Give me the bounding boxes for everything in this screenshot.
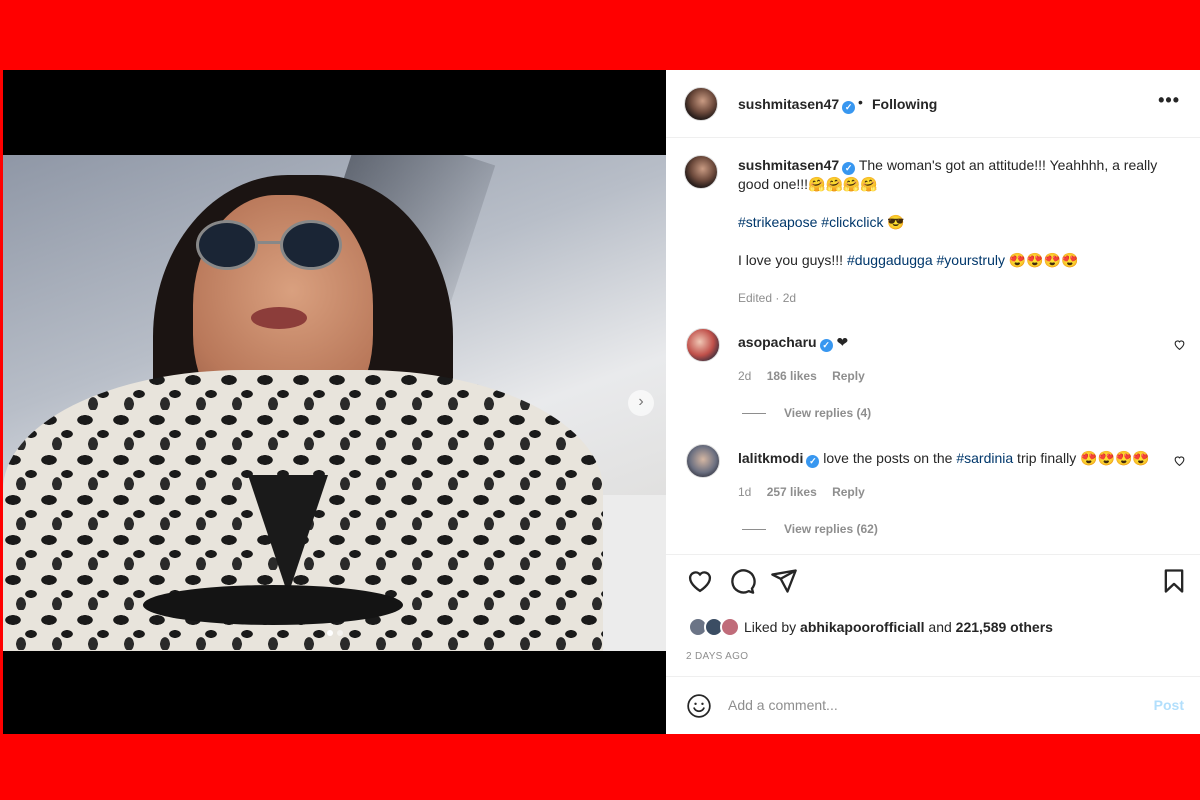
comment-age: 2d: [738, 369, 752, 383]
save-bookmark-icon[interactable]: [1160, 567, 1188, 595]
comment-text-line: asopacharu ✓ ❤: [738, 334, 1158, 352]
caption-text-3: I love you guys!!!: [738, 252, 847, 268]
sunglasses-bridge: [256, 241, 282, 244]
media-viewer: ›: [3, 70, 666, 734]
hashtag-sardinia[interactable]: #sardinia: [956, 450, 1013, 466]
caption-paragraph-2: #strikeapose #clickclick 😎: [738, 213, 1158, 232]
liker-avatar: [720, 617, 740, 637]
following-button[interactable]: Following: [872, 96, 937, 112]
caption-avatar[interactable]: [684, 155, 718, 189]
verified-badge-icon: ✓: [842, 101, 856, 114]
post-sidebar: sushmitasen47 ✓ • Following ••• sushmitas…: [666, 70, 1200, 734]
comment-item: asopacharu ✓ ❤ 2d 186 likes Reply View re…: [686, 328, 1186, 420]
caption-emoji-1: 😎: [883, 214, 905, 230]
post-modal: › sushmitasen47 ✓ • Following ••• sushmit…: [3, 70, 1200, 734]
carousel-dots: [327, 630, 343, 636]
share-send-icon[interactable]: [770, 567, 798, 595]
comment-age: 1d: [738, 485, 752, 499]
caption-username[interactable]: sushmitasen47 ✓: [738, 157, 856, 175]
liker-avatars: [688, 617, 740, 637]
author-username[interactable]: sushmitasen47 ✓: [738, 96, 856, 114]
black-strap: [143, 585, 403, 625]
post-age[interactable]: 2 DAYS AGO: [686, 651, 748, 662]
carousel-dot-1: [327, 630, 333, 636]
comment-text: ❤: [836, 334, 849, 350]
commenter-avatar[interactable]: [686, 444, 720, 478]
comment-item: lalitkmodi ✓ love the posts on the #sardi…: [686, 444, 1186, 536]
likes-count[interactable]: 221,589 others: [956, 619, 1053, 635]
comment-text-pre: love the posts on the: [823, 450, 957, 466]
author-avatar[interactable]: [684, 87, 718, 121]
post-photo[interactable]: [3, 155, 666, 651]
comment-likes[interactable]: 186 likes: [767, 369, 817, 383]
caption-emoji-2: 😍😍😍😍: [1004, 252, 1079, 268]
comment-like-heart-icon[interactable]: [1173, 338, 1186, 351]
commenter-username[interactable]: lalitkmodi ✓: [738, 450, 820, 468]
comment-meta: 2d 186 likes Reply: [738, 369, 865, 383]
liked-by-user[interactable]: abhikapoorofficiall: [800, 619, 924, 635]
reply-button[interactable]: Reply: [832, 485, 865, 499]
post-header: sushmitasen47 ✓ • Following •••: [666, 70, 1200, 138]
lips: [251, 307, 307, 329]
edited-timestamp: Edited · 2d: [738, 291, 797, 305]
like-heart-icon[interactable]: [686, 567, 714, 595]
caption-paragraph-3: I love you guys!!! #duggadugga #yourstru…: [738, 251, 1158, 270]
hashtag-yourstruly[interactable]: #yourstruly: [937, 252, 1005, 268]
caption-username-text[interactable]: sushmitasen47: [738, 157, 839, 173]
hashtag-strikeapose[interactable]: #strikeapose: [738, 214, 817, 230]
liked-by-prefix: Liked by: [744, 619, 801, 635]
carousel-dot-2: [337, 630, 343, 636]
commenter-username-text[interactable]: lalitkmodi: [738, 450, 803, 466]
post-caption: sushmitasen47 ✓ The woman's got an attitu…: [738, 156, 1158, 308]
more-options-icon[interactable]: •••: [1158, 90, 1180, 111]
comment-like-heart-icon[interactable]: [1173, 454, 1186, 467]
verified-badge-icon: ✓: [806, 455, 820, 468]
sunglasses-left-lens: [196, 220, 258, 270]
liked-by-and: and: [924, 619, 956, 635]
view-replies-button[interactable]: View replies (62): [742, 522, 878, 536]
header-separator: •: [858, 94, 863, 110]
caption-paragraph-1: sushmitasen47 ✓ The woman's got an attitu…: [738, 156, 1158, 194]
reply-button[interactable]: Reply: [832, 369, 865, 383]
commenter-username[interactable]: asopacharu ✓: [738, 334, 833, 352]
hashtag-clickclick[interactable]: #clickclick: [821, 214, 883, 230]
sunglasses-right-lens: [280, 220, 342, 270]
verified-badge-icon: ✓: [819, 339, 833, 352]
post-actions: Liked by abhikapoorofficiall and 221,589…: [666, 554, 1200, 674]
comment-text-post: trip finally 😍😍😍😍: [1013, 450, 1150, 466]
verified-badge-icon: ✓: [842, 162, 856, 175]
comment-likes[interactable]: 257 likes: [767, 485, 817, 499]
liked-by-summary: Liked by abhikapoorofficiall and 221,589…: [688, 617, 1053, 637]
author-username-text[interactable]: sushmitasen47: [738, 96, 839, 112]
add-comment-bar: Add a comment... Post: [666, 676, 1200, 734]
commenter-avatar[interactable]: [686, 328, 720, 362]
hashtag-duggadugga[interactable]: #duggadugga: [847, 252, 933, 268]
emoji-smiley-icon[interactable]: [686, 693, 712, 719]
commenter-username-text[interactable]: asopacharu: [738, 334, 817, 350]
comment-meta: 1d 257 likes Reply: [738, 485, 865, 499]
comment-text-line: lalitkmodi ✓ love the posts on the #sardi…: [738, 450, 1158, 468]
view-replies-button[interactable]: View replies (4): [742, 406, 871, 420]
comment-bubble-icon[interactable]: [728, 567, 756, 595]
comment-input[interactable]: Add a comment...: [728, 697, 838, 713]
carousel-next-button[interactable]: ›: [628, 390, 654, 416]
post-comment-button[interactable]: Post: [1154, 697, 1184, 713]
